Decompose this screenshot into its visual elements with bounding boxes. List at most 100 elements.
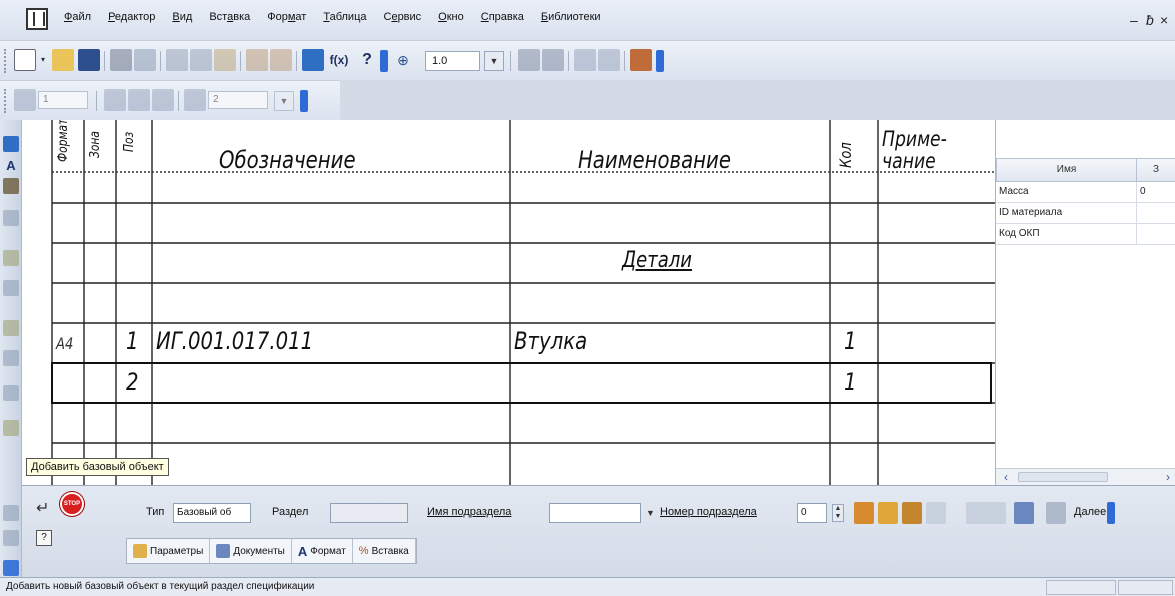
type-field[interactable]: Базовый об [173, 503, 251, 523]
subsection-number-field[interactable]: 0 [797, 503, 827, 523]
spec-button-3-icon[interactable] [902, 502, 922, 524]
section-field[interactable] [330, 503, 408, 523]
context-help-icon[interactable]: ? [356, 49, 378, 71]
position-field[interactable]: 1 [38, 91, 88, 109]
tool-icon-6[interactable] [3, 385, 19, 401]
spec-button-1-icon[interactable] [854, 502, 874, 524]
menu-format[interactable]: Формат [267, 11, 306, 23]
header-pos: Поз [122, 131, 137, 152]
toolbar-end-icon-3[interactable] [300, 90, 308, 112]
tool-icon-2[interactable] [3, 250, 19, 266]
back-arrow-icon[interactable]: ↵ [36, 498, 49, 518]
tool-icon-8[interactable] [3, 505, 19, 521]
new-dropdown-icon[interactable]: ▾ [38, 49, 48, 71]
undo-icon[interactable] [246, 49, 268, 71]
sort-icon[interactable] [152, 89, 174, 111]
tab-parameters[interactable]: Параметры [127, 539, 211, 563]
menu-service[interactable]: Сервис [383, 11, 421, 23]
toolbar-grip[interactable] [4, 89, 7, 113]
menu-view[interactable]: Вид [172, 11, 192, 23]
menu-file[interactable]: Файл [64, 11, 91, 23]
toolbar-end-icon-2[interactable] [656, 50, 664, 72]
scroll-thumb[interactable] [1018, 472, 1108, 482]
subsection-number-label: Номер подраздела [660, 506, 757, 518]
tab-documents[interactable]: Документы [210, 539, 292, 563]
add-row-icon[interactable] [104, 89, 126, 111]
minimize-button[interactable]: – [1130, 12, 1138, 28]
help-icon[interactable]: ? [36, 530, 52, 546]
props-row-value[interactable]: 0 [1137, 182, 1175, 203]
pan-icon[interactable] [518, 49, 540, 71]
variables-icon[interactable]: f(x) [328, 49, 350, 71]
refresh-settings-icon[interactable] [1046, 502, 1066, 524]
menu-table[interactable]: Таблица [323, 11, 366, 23]
props-row-value[interactable] [1137, 224, 1175, 245]
restore-button[interactable]: ƀ [1146, 12, 1154, 28]
spec-button-2-icon[interactable] [878, 502, 898, 524]
copy-icon[interactable] [190, 49, 212, 71]
props-header-name[interactable]: Имя [996, 158, 1137, 182]
spec-button-4-icon[interactable] [926, 502, 946, 524]
print-icon[interactable] [110, 49, 132, 71]
page-field[interactable]: 2 [208, 91, 268, 109]
spec-drawing-area[interactable]: Формат Зона Поз Обозначение Наименование… [22, 120, 995, 485]
zoom-dropdown-icon[interactable]: ▼ [484, 51, 504, 71]
close-button[interactable]: × [1160, 12, 1168, 28]
spec-mode-icon[interactable] [3, 136, 19, 152]
redo-icon[interactable] [270, 49, 292, 71]
spec-grid-icon[interactable] [14, 89, 36, 111]
calculator-icon[interactable] [302, 49, 324, 71]
tool-icon-5[interactable] [3, 350, 19, 366]
tool-icon-4[interactable] [3, 320, 19, 336]
row1-designation: ИГ.001.017.011 [156, 327, 314, 355]
add-section-icon[interactable] [128, 89, 150, 111]
tool-icon-10[interactable] [3, 560, 19, 576]
tab-insert[interactable]: % Вставка [353, 539, 416, 563]
status-panel [1046, 580, 1116, 595]
number-spinner-icon[interactable]: ▲ ▼ [832, 504, 844, 522]
menu-editor[interactable]: Редактор [108, 11, 155, 23]
tool-icon-9[interactable] [3, 530, 19, 546]
subsection-dropdown-icon[interactable]: ▼ [646, 508, 655, 518]
align-icon[interactable] [184, 89, 206, 111]
tool-icon-7[interactable] [3, 420, 19, 436]
toolbar-grip[interactable] [4, 49, 7, 73]
tools-icon[interactable] [630, 49, 652, 71]
next-button[interactable]: Далее [1074, 506, 1106, 518]
text-mode-icon[interactable]: A [3, 158, 19, 174]
layout-icon[interactable] [574, 49, 596, 71]
tab-format[interactable]: A Формат [292, 539, 353, 563]
page-dropdown-icon[interactable]: ▼ [274, 91, 294, 111]
subsection-name-field[interactable] [549, 503, 641, 523]
props-horizontal-scrollbar[interactable]: ‹ › [996, 468, 1175, 485]
menu-insert[interactable]: Вставка [209, 11, 250, 23]
paste-icon[interactable] [214, 49, 236, 71]
save-settings-icon[interactable] [1014, 502, 1034, 524]
open-folder-icon[interactable] [52, 49, 74, 71]
cut-icon[interactable] [166, 49, 188, 71]
row2-qty: 1 [844, 368, 857, 396]
table-icon[interactable] [598, 49, 620, 71]
clear-button-icon[interactable] [966, 502, 1006, 524]
menu-help[interactable]: Справка [481, 11, 524, 23]
scroll-left-icon[interactable]: ‹ [998, 469, 1014, 485]
stop-icon[interactable]: STOP [60, 492, 84, 516]
zoom-value-field[interactable]: 1.0 [425, 51, 480, 71]
section-label: Раздел [272, 506, 309, 518]
props-header-value[interactable]: З [1136, 158, 1175, 182]
tool-icon-1[interactable] [3, 210, 19, 226]
new-document-icon[interactable] [14, 49, 36, 71]
edit-mode-icon[interactable] [3, 178, 19, 194]
menu-window[interactable]: Окно [438, 11, 464, 23]
scroll-right-icon[interactable]: › [1160, 469, 1175, 485]
toolbar-end-icon[interactable] [380, 50, 388, 72]
app-spec-icon[interactable] [26, 8, 48, 30]
props-row-value[interactable] [1137, 203, 1175, 224]
save-icon[interactable] [78, 49, 100, 71]
menu-libraries[interactable]: Библиотеки [541, 11, 601, 23]
row1-format: А4 [56, 334, 74, 353]
refresh-icon[interactable] [542, 49, 564, 71]
panel-end-icon[interactable] [1107, 502, 1115, 524]
print-preview-icon[interactable] [134, 49, 156, 71]
tool-icon-3[interactable] [3, 280, 19, 296]
